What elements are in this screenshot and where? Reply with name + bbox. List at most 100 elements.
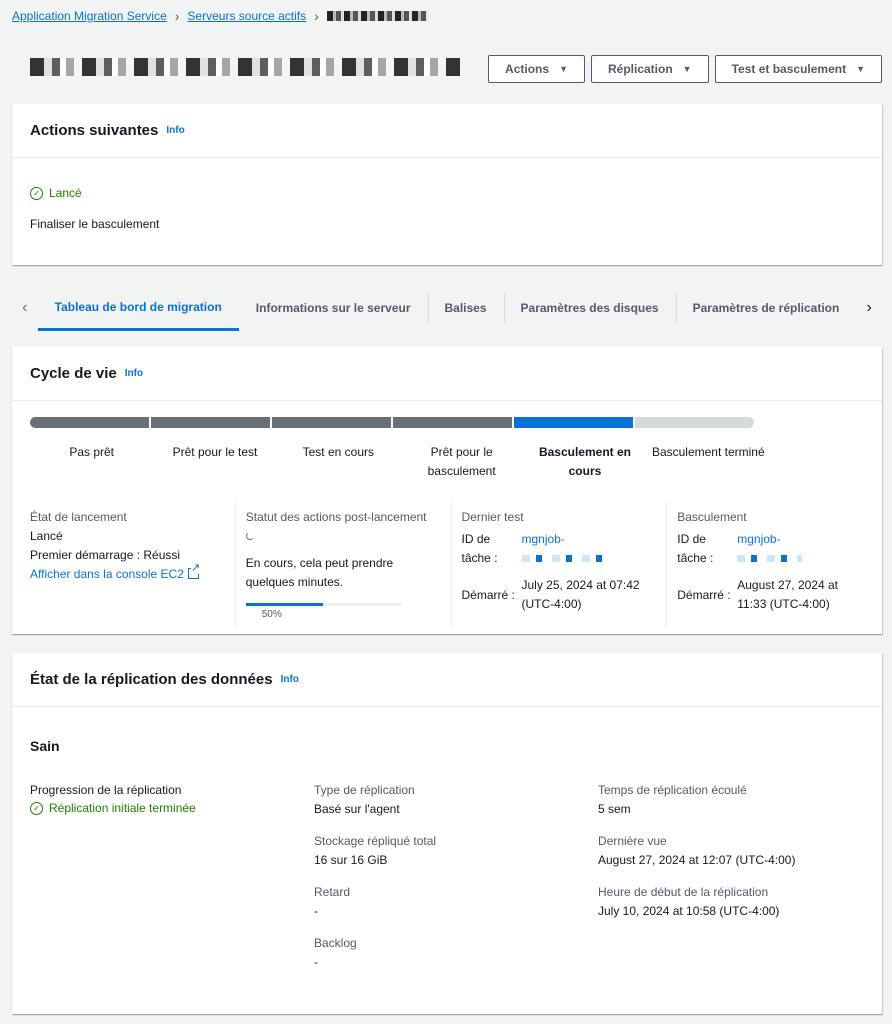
lifecycle-segment <box>270 417 391 428</box>
replication-details: Progression de la réplication ✓ Réplicat… <box>30 783 882 987</box>
tab-migration-dashboard[interactable]: Tableau de bord de migration <box>37 285 239 331</box>
tab-disk-settings[interactable]: Paramètres des disques <box>503 285 676 331</box>
lifecycle-step-ready-for-test: Prêt pour le test <box>172 445 258 459</box>
replication-title: État de la réplication des données <box>30 671 273 688</box>
lifecycle-title: Cycle de vie <box>30 365 117 382</box>
test-cutover-dropdown-button[interactable]: Test et basculement ▼ <box>714 55 882 83</box>
next-actions-description: Finaliser le basculement <box>30 217 160 231</box>
lifecycle-step-cutover-complete: Basculement terminé <box>651 445 765 459</box>
post-launch-progress-bar <box>245 603 401 607</box>
lifecycle-panel: Cycle de vie Info Pas prêt Prêt pour le … <box>12 347 882 634</box>
caret-down-icon: ▼ <box>559 64 568 74</box>
lifecycle-segment <box>149 417 270 428</box>
replication-panel: État de la réplication des données Info … <box>12 653 882 1014</box>
replication-dropdown-button[interactable]: Réplication ▼ <box>590 55 709 83</box>
post-launch-text: En cours, cela peut prendre quelques min… <box>245 556 394 589</box>
replicated-storage-label: Stockage répliqué total <box>314 834 437 848</box>
cutover-job-link[interactable]: mgnjob- <box>737 532 780 546</box>
cutover-job-label: ID de tâche : <box>677 532 714 565</box>
next-actions-panel: Actions suivantes Info ✓ Lancé Finaliser… <box>12 104 882 265</box>
breadcrumb-link-mgn[interactable]: Application Migration Service <box>12 9 167 23</box>
lifecycle-segment <box>512 417 633 428</box>
cutover-started-value: August 27, 2024 at 11:33 (UTC-4:00) <box>737 578 838 611</box>
elapsed-replication-value: 5 sem <box>598 802 631 816</box>
post-launch-label: Statut des actions post-lancement <box>245 510 427 524</box>
post-launch-progress-fill <box>245 603 324 607</box>
detail-tabs: ‹ Tableau de bord de migration Informati… <box>12 285 882 331</box>
loading-spinner-icon <box>245 532 254 540</box>
next-actions-info-link[interactable]: Info <box>166 125 184 136</box>
next-actions-status-text: Lancé <box>49 186 82 200</box>
replication-type-value: Basé sur l'agent <box>314 802 400 816</box>
cutover-column: Basculement ID de tâche : mgnjob- Démarr… <box>666 502 882 627</box>
next-actions-title: Actions suivantes <box>30 122 159 139</box>
first-boot-status: Premier démarrage : Réussi <box>30 548 181 562</box>
breadcrumb-current-redacted <box>326 11 427 21</box>
replication-col-1: Progression de la réplication ✓ Réplicat… <box>30 783 314 987</box>
replication-progress-label: Progression de la réplication <box>30 783 182 797</box>
last-test-label: Dernier test <box>461 510 524 524</box>
next-actions-status: ✓ Lancé <box>30 186 864 200</box>
external-link-icon <box>187 563 201 579</box>
tabs-scroll-left-icon[interactable]: ‹ <box>12 285 38 331</box>
replication-info-link[interactable]: Info <box>281 674 299 685</box>
post-launch-progress-percent: 50% <box>261 608 282 620</box>
replication-lag-value: - <box>314 904 318 918</box>
last-test-job-link[interactable]: mgnjob- <box>522 532 565 546</box>
cutover-label: Basculement <box>677 510 747 524</box>
lifecycle-step-not-ready: Pas prêt <box>69 445 115 459</box>
last-test-started-label: Démarré : <box>461 587 515 602</box>
replication-col-2: Type de réplication Basé sur l'agent Sto… <box>314 783 598 987</box>
cutover-started-label: Démarré : <box>677 587 731 602</box>
post-launch-column: Statut des actions post-lancement En cou… <box>234 502 451 627</box>
lifecycle-segment <box>391 417 512 428</box>
tab-tags[interactable]: Balises <box>427 285 504 331</box>
lifecycle-progress-bar <box>30 417 754 428</box>
actions-button-label: Actions <box>505 62 550 76</box>
lifecycle-header: Cycle de vie Info <box>12 347 882 401</box>
check-circle-icon: ✓ <box>30 801 43 815</box>
next-actions-header: Actions suivantes Info <box>12 104 882 158</box>
breadcrumb: Application Migration Service › Serveurs… <box>12 8 427 24</box>
replication-button-label: Réplication <box>607 62 673 76</box>
replication-progress-status: ✓ Réplication initiale terminée <box>30 801 314 815</box>
replication-start-label: Heure de début de la réplication <box>598 885 769 899</box>
replication-col-3: Temps de réplication écoulé 5 sem Derniè… <box>598 783 882 987</box>
lifecycle-step-ready-for-cutover: Prêt pour le basculement <box>427 445 496 478</box>
tabs-scroll-right-icon[interactable]: › <box>856 285 882 331</box>
chevron-right-icon: › <box>174 8 180 24</box>
breadcrumb-link-source-servers[interactable]: Serveurs source actifs <box>187 9 306 23</box>
header-actions: Actions ▼ Réplication ▼ Test et basculem… <box>488 55 882 83</box>
replication-health: Sain <box>30 738 60 754</box>
lifecycle-info-link[interactable]: Info <box>125 368 143 379</box>
tab-server-info[interactable]: Informations sur le serveur <box>239 285 428 331</box>
lifecycle-step-test-in-progress: Test en cours <box>302 445 374 459</box>
lifecycle-step-labels: Pas prêt Prêt pour le test Test en cours… <box>30 443 770 481</box>
lifecycle-segment <box>30 417 149 428</box>
chevron-right-icon: › <box>314 8 319 24</box>
replication-type-label: Type de réplication <box>314 783 415 797</box>
replication-progress-value: Réplication initiale terminée <box>49 801 196 815</box>
replicated-storage-value: 16 sur 16 GiB <box>314 853 388 867</box>
lifecycle-segment <box>633 417 754 428</box>
last-test-started-value: July 25, 2024 at 07:42 (UTC-4:00) <box>521 578 640 611</box>
test-cutover-button-label: Test et basculement <box>731 62 847 76</box>
replication-backlog-label: Backlog <box>314 936 357 950</box>
actions-dropdown-button[interactable]: Actions ▼ <box>488 55 585 83</box>
caret-down-icon: ▼ <box>682 64 692 74</box>
tab-replication-settings[interactable]: Paramètres de réplication <box>675 285 857 331</box>
replication-start-value: July 10, 2024 at 10:58 (UTC-4:00) <box>598 904 780 918</box>
ec2-console-link[interactable]: Afficher dans la console EC2 <box>30 567 184 581</box>
launch-status-column: État de lancement Lancé Premier démarrag… <box>12 502 235 627</box>
last-test-column: Dernier test ID de tâche : mgnjob- Démar… <box>450 502 667 627</box>
launch-status-label: État de lancement <box>30 510 127 524</box>
last-test-job-id-redacted <box>521 555 612 562</box>
launch-status-value: Lancé <box>30 529 63 543</box>
last-test-job-label: ID de tâche : <box>461 532 498 565</box>
replication-backlog-value: - <box>314 955 318 969</box>
last-seen-value: August 27, 2024 at 12:07 (UTC-4:00) <box>598 853 796 867</box>
page-title-redacted <box>30 58 460 76</box>
replication-lag-label: Retard <box>314 885 351 899</box>
replication-header: État de la réplication des données Info <box>12 653 882 707</box>
cutover-job-id-redacted <box>737 555 803 562</box>
